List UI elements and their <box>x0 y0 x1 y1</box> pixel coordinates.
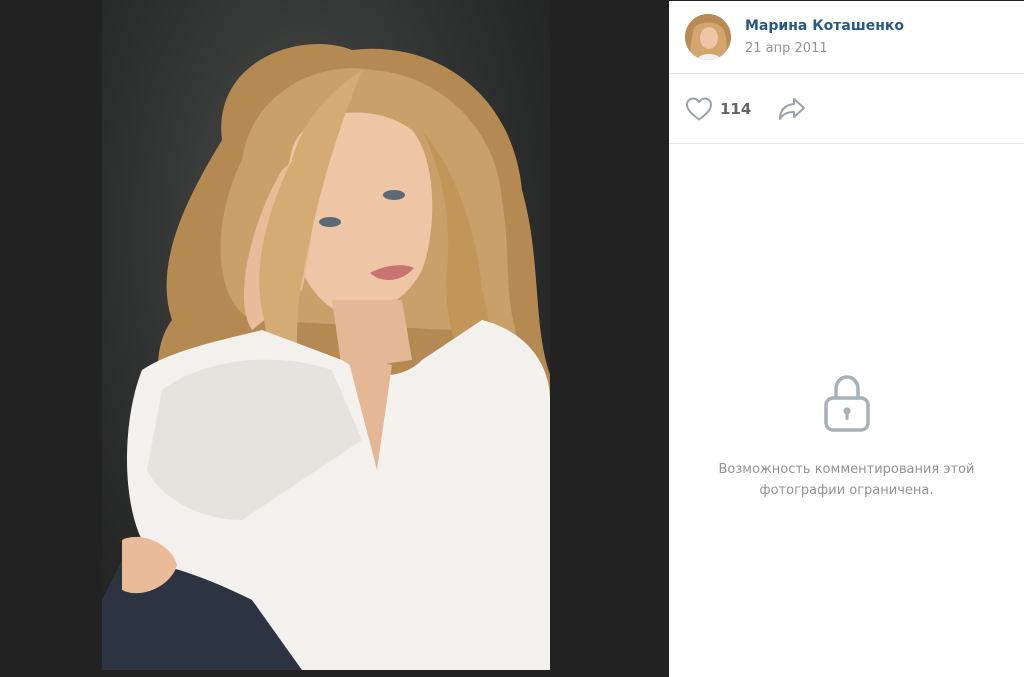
info-panel: Марина Коташенко 21 апр 2011 114 Возможн… <box>669 1 1024 677</box>
like-count: 114 <box>720 100 752 118</box>
like-button[interactable]: 114 <box>685 96 751 122</box>
portrait-image <box>102 44 550 670</box>
avatar-image <box>685 14 731 60</box>
photo-viewer: Марина Коташенко 21 апр 2011 114 Возможн… <box>0 0 1024 677</box>
heart-icon <box>686 97 712 121</box>
share-arrow-icon <box>779 98 805 120</box>
comments-restricted: Возможность комментирования этой фотогра… <box>669 373 1024 501</box>
photo-area[interactable] <box>0 0 670 677</box>
comments-restricted-text: Возможность комментирования этой фотогра… <box>718 462 975 498</box>
post-date[interactable]: 21 апр 2011 <box>745 41 828 56</box>
lock-icon <box>823 375 870 432</box>
post-header: Марина Коташенко 21 апр 2011 <box>669 1 1024 74</box>
photo[interactable] <box>102 0 550 670</box>
post-actions: 114 <box>669 74 1024 144</box>
author-name-link[interactable]: Марина Коташенко <box>745 18 904 34</box>
share-button[interactable] <box>777 96 807 126</box>
avatar[interactable] <box>685 14 731 60</box>
